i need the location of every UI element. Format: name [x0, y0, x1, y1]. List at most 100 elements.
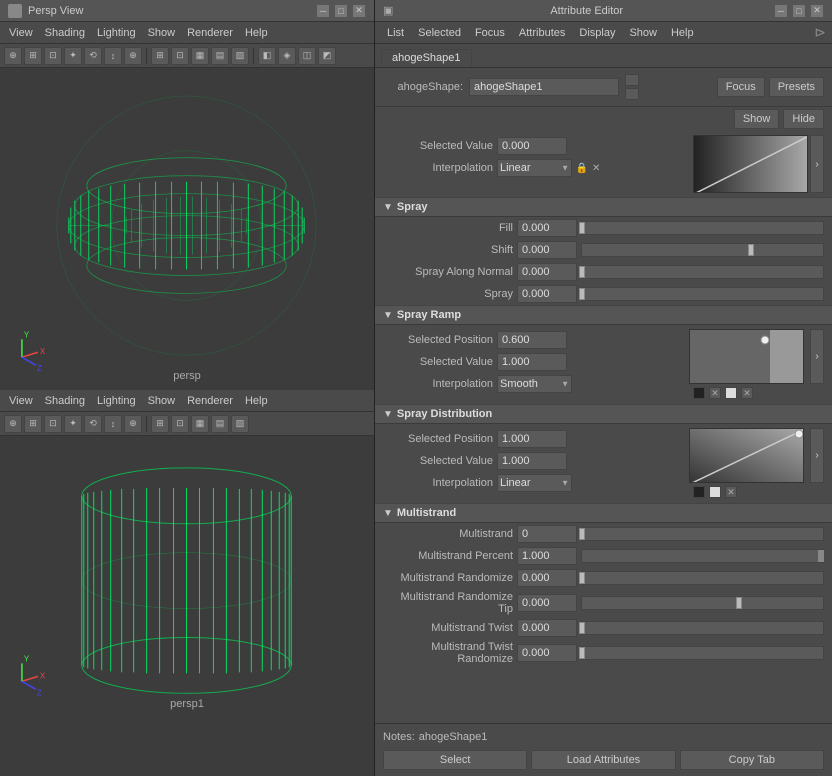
hide-button[interactable]: Hide	[783, 109, 824, 129]
toolbar-b-4[interactable]: ✦	[64, 415, 82, 433]
toolbar-btn-4[interactable]: ✦	[64, 47, 82, 65]
ramp-swatch-white[interactable]	[725, 387, 737, 399]
toolbar-b-6[interactable]: ↕	[104, 415, 122, 433]
clear-icon-1[interactable]: ✕	[592, 163, 600, 174]
viewport-3d-top[interactable]: /* drawn below */	[0, 68, 374, 390]
ramp1-interp-select[interactable]: Linear Smooth Spline Step	[497, 159, 572, 177]
toolbar-b-9[interactable]: ⊡	[171, 415, 189, 433]
ms-percent-slider[interactable]	[581, 549, 824, 563]
spray-dist-interp-select[interactable]: Linear Smooth Spline Step	[497, 474, 572, 492]
toolbar-btn-9[interactable]: ⊡	[171, 47, 189, 65]
attr-tab-main[interactable]: ahogeShape1	[381, 49, 472, 67]
ms-randomize-slider[interactable]	[581, 571, 824, 585]
dist-clear[interactable]: ✕	[725, 486, 737, 498]
menu-help[interactable]: Help	[240, 26, 273, 40]
spray-slider[interactable]	[581, 287, 824, 301]
shift-slider[interactable]	[581, 243, 824, 257]
menu-focus[interactable]: Focus	[469, 26, 511, 40]
spray-dist-nav-btn[interactable]: ›	[810, 428, 824, 483]
spray-normal-slider[interactable]	[581, 265, 824, 279]
close-btn[interactable]: ✕	[352, 4, 366, 18]
menu-renderer-b[interactable]: Renderer	[182, 394, 238, 408]
ramp1-display[interactable]	[693, 135, 808, 193]
menu-help-b[interactable]: Help	[240, 394, 273, 408]
select-button[interactable]: Select	[383, 750, 527, 770]
toolbar-b-3[interactable]: ⊡	[44, 415, 62, 433]
spray-dist-display[interactable]	[689, 428, 804, 483]
menu-attributes[interactable]: Attributes	[513, 26, 571, 40]
ms-randomize-input[interactable]	[517, 569, 577, 587]
ramp1-nav-btn[interactable]: ›	[810, 135, 824, 193]
dist-swatch-dark[interactable]	[693, 486, 705, 498]
menu-shading-b[interactable]: Shading	[40, 394, 90, 408]
spray-normal-input[interactable]	[517, 263, 577, 281]
attr-maximize[interactable]: □	[792, 4, 806, 18]
toolbar-b-11[interactable]: ▤	[211, 415, 229, 433]
toolbar-btn-15[interactable]: ◫	[298, 47, 316, 65]
menu-view[interactable]: View	[4, 26, 38, 40]
ms-twist-rand-slider[interactable]	[581, 646, 824, 660]
toolbar-b-8[interactable]: ⊞	[151, 415, 169, 433]
spray-ramp-val-input[interactable]	[497, 353, 567, 371]
fill-slider[interactable]	[581, 221, 824, 235]
ramp-clear-left[interactable]: ✕	[709, 387, 721, 399]
shape-input[interactable]	[469, 78, 619, 96]
spray-dist-val-input[interactable]	[497, 452, 567, 470]
menu-lighting[interactable]: Lighting	[92, 26, 141, 40]
spray-ramp-interp-select[interactable]: Smooth Linear Spline Step	[497, 375, 572, 393]
toolbar-b-12[interactable]: ▧	[231, 415, 249, 433]
menu-shading[interactable]: Shading	[40, 26, 90, 40]
focus-button[interactable]: Focus	[717, 77, 765, 97]
toolbar-b-5[interactable]: ⟲	[84, 415, 102, 433]
spray-section-header[interactable]: ▼ Spray	[375, 197, 832, 217]
viewport-3d-bottom[interactable]: X Y Z persp1	[0, 436, 374, 718]
shape-icon-2[interactable]	[625, 88, 639, 100]
toolbar-btn-10[interactable]: ▦	[191, 47, 209, 65]
ms-twist-rand-input[interactable]	[517, 644, 577, 662]
toolbar-btn-1[interactable]: ⊕	[4, 47, 22, 65]
multistrand-input[interactable]	[517, 525, 577, 543]
menu-selected[interactable]: Selected	[412, 26, 467, 40]
toolbar-btn-3[interactable]: ⊡	[44, 47, 62, 65]
attr-minimize[interactable]: ─	[774, 4, 788, 18]
toolbar-btn-2[interactable]: ⊞	[24, 47, 42, 65]
ms-percent-input[interactable]	[517, 547, 577, 565]
minimize-btn[interactable]: ─	[316, 4, 330, 18]
presets-button[interactable]: Presets	[769, 77, 824, 97]
shift-input[interactable]	[517, 241, 577, 259]
menu-renderer[interactable]: Renderer	[182, 26, 238, 40]
shape-icon-1[interactable]	[625, 74, 639, 86]
toolbar-btn-12[interactable]: ▧	[231, 47, 249, 65]
spray-dist-pos-input[interactable]	[497, 430, 567, 448]
attr-close[interactable]: ✕	[810, 4, 824, 18]
multistrand-section-header[interactable]: ▼ Multistrand	[375, 503, 832, 523]
maximize-btn[interactable]: □	[334, 4, 348, 18]
toolbar-btn-5[interactable]: ⟲	[84, 47, 102, 65]
ramp1-val-input[interactable]	[497, 137, 567, 155]
toolbar-btn-7[interactable]: ⊕	[124, 47, 142, 65]
attr-content[interactable]: ahogeShape: Focus Presets Show Hide Sele…	[375, 68, 832, 723]
fill-input[interactable]	[517, 219, 577, 237]
ramp-swatch-dark[interactable]	[693, 387, 705, 399]
toolbar-btn-11[interactable]: ▤	[211, 47, 229, 65]
menu-show[interactable]: Show	[143, 26, 181, 40]
ms-rand-tip-slider[interactable]	[581, 596, 824, 610]
load-attributes-button[interactable]: Load Attributes	[531, 750, 675, 770]
menu-display[interactable]: Display	[573, 26, 621, 40]
ms-twist-input[interactable]	[517, 619, 577, 637]
toolbar-b-1[interactable]: ⊕	[4, 415, 22, 433]
spray-ramp-section-header[interactable]: ▼ Spray Ramp	[375, 305, 832, 325]
menu-show[interactable]: Show	[623, 26, 663, 40]
toolbar-btn-13[interactable]: ◧	[258, 47, 276, 65]
ms-twist-slider[interactable]	[581, 621, 824, 635]
copy-tab-button[interactable]: Copy Tab	[680, 750, 824, 770]
toolbar-b-2[interactable]: ⊞	[24, 415, 42, 433]
toolbar-btn-14[interactable]: ◈	[278, 47, 296, 65]
toolbar-btn-6[interactable]: ↕	[104, 47, 122, 65]
menu-help-attr[interactable]: Help	[665, 26, 700, 40]
toolbar-btn-16[interactable]: ◩	[318, 47, 336, 65]
spray-ramp-display[interactable]	[689, 329, 804, 384]
show-button[interactable]: Show	[734, 109, 780, 129]
spray-ramp-pos-input[interactable]	[497, 331, 567, 349]
dist-swatch-white[interactable]	[709, 486, 721, 498]
